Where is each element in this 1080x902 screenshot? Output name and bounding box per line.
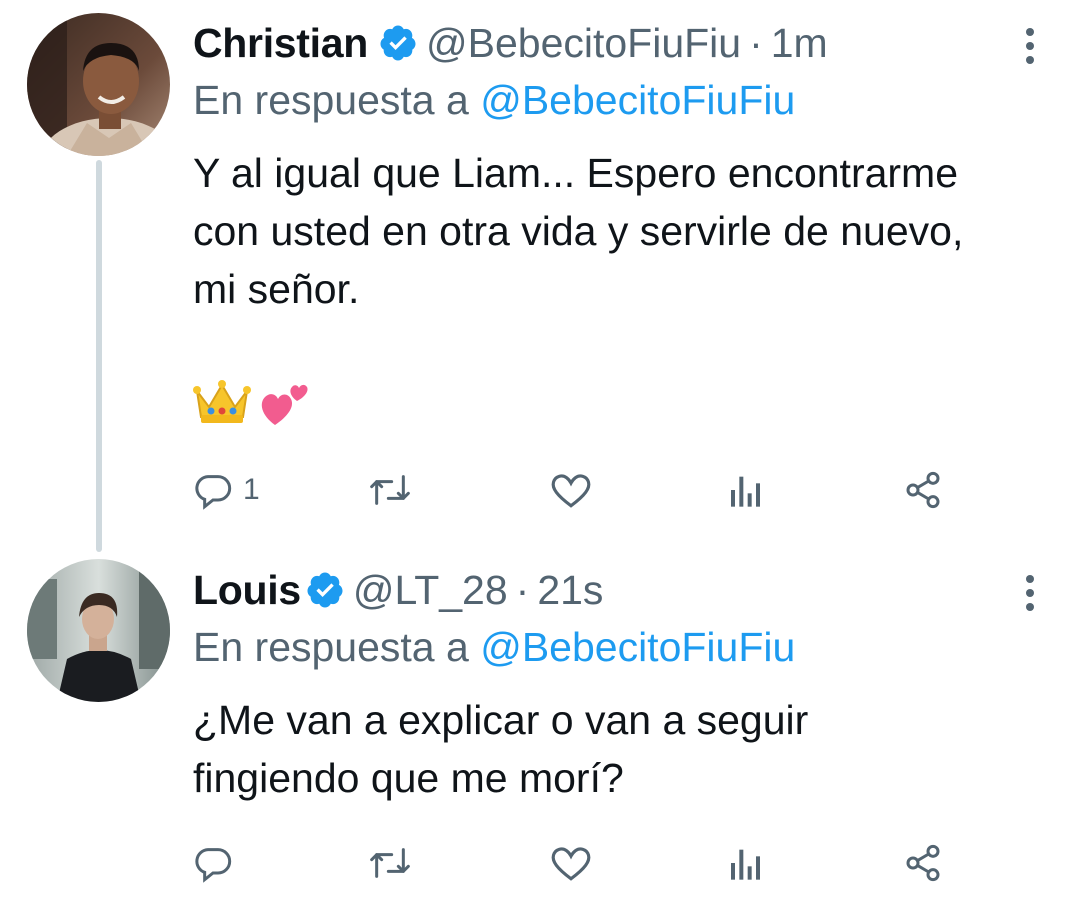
share-icon [903, 843, 943, 883]
share-button[interactable] [903, 838, 943, 888]
like-icon [550, 470, 592, 510]
reply-mention-link[interactable]: @BebecitoFiuFiu [480, 77, 795, 123]
share-button[interactable] [903, 465, 943, 515]
tweet-text: Y al igual que Liam... Espero encontrarm… [193, 150, 964, 312]
display-name[interactable]: Christian [193, 20, 368, 67]
tweet-louis[interactable]: Louis @LT_28 · 21s En respuesta a @Bebec… [0, 555, 1080, 902]
reply-context: En respuesta a @BebecitoFiuFiu [193, 70, 1050, 130]
reply-icon [193, 843, 233, 883]
emoji-row [193, 374, 1050, 434]
more-options-icon[interactable] [1010, 573, 1050, 613]
two-hearts-emoji [257, 373, 315, 436]
like-icon [550, 843, 592, 883]
tweet-actions: 1 [193, 465, 953, 515]
tweet-text: ¿Me van a explicar o van a seguir fingie… [193, 697, 809, 801]
retweet-icon [368, 843, 412, 883]
like-button[interactable] [550, 465, 592, 515]
like-button[interactable] [550, 838, 592, 888]
crown-emoji [193, 377, 251, 432]
stats-button[interactable] [728, 838, 764, 888]
tweet-timestamp[interactable]: 21s [537, 567, 603, 614]
retweet-icon [368, 470, 412, 510]
user-handle[interactable]: @LT_28 [353, 567, 508, 614]
retweet-button[interactable] [368, 838, 412, 888]
avatar[interactable] [27, 559, 170, 702]
tweet-header: Christian @BebecitoFiuFiu · 1m [193, 16, 1050, 70]
reply-prefix: En respuesta a [193, 77, 469, 123]
display-name[interactable]: Louis [193, 567, 301, 614]
share-icon [903, 470, 943, 510]
stats-icon [728, 843, 764, 883]
user-handle[interactable]: @BebecitoFiuFiu [426, 20, 741, 67]
stats-icon [728, 470, 764, 510]
avatar[interactable] [27, 13, 170, 156]
more-options-icon[interactable] [1010, 26, 1050, 66]
reply-icon [193, 470, 233, 510]
separator-dot: · [515, 566, 530, 613]
tweet-christian[interactable]: Christian @BebecitoFiuFiu · 1m En respue… [0, 0, 1080, 555]
reply-mention-link[interactable]: @BebecitoFiuFiu [480, 624, 795, 670]
verified-badge-icon [378, 23, 418, 63]
retweet-button[interactable] [368, 465, 412, 515]
stats-button[interactable] [728, 465, 764, 515]
tweet-actions [193, 838, 953, 888]
tweet-timestamp[interactable]: 1m [771, 20, 828, 67]
reply-button[interactable]: 1 [193, 465, 260, 515]
tweet-header: Louis @LT_28 · 21s [193, 563, 1050, 617]
reply-count: 1 [243, 473, 260, 506]
verified-badge-icon [305, 570, 345, 610]
reply-context: En respuesta a @BebecitoFiuFiu [193, 617, 1050, 677]
reply-prefix: En respuesta a [193, 624, 469, 670]
reply-button[interactable] [193, 838, 243, 888]
separator-dot: · [749, 19, 763, 66]
